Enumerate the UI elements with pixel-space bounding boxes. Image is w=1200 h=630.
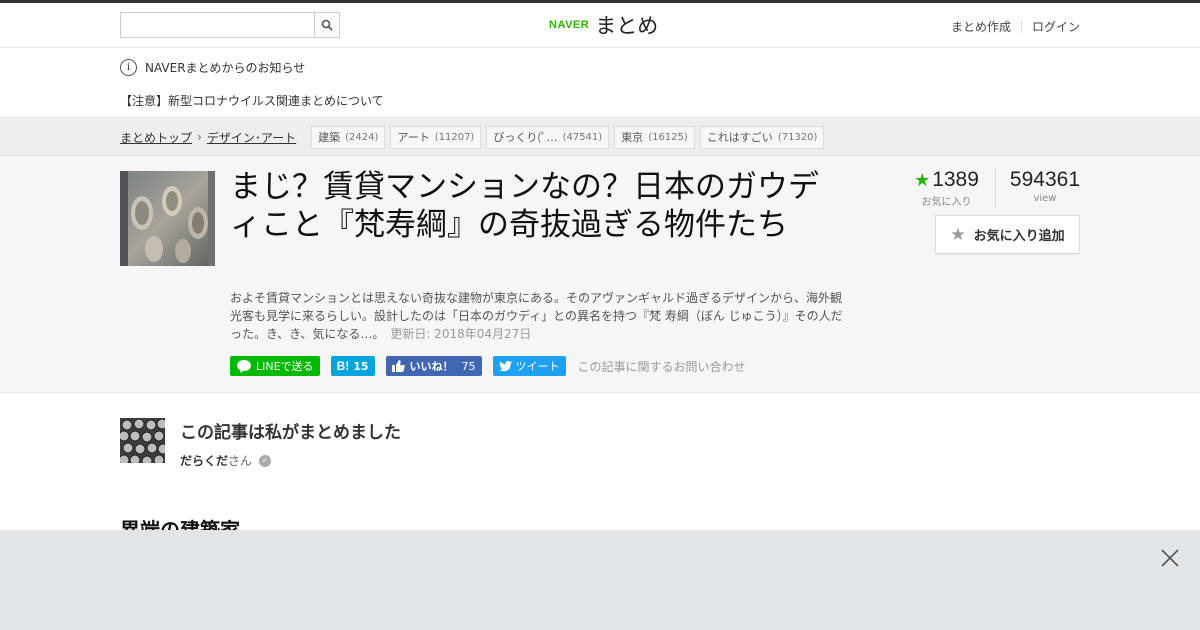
- description-text: およそ賃貸マンションとは思えない奇抜な建物が東京にある。そのアヴァンギャルド過ぎ…: [230, 291, 843, 341]
- article-stats: ★1389 お気に入り 594361 view: [914, 168, 1080, 208]
- search-button[interactable]: [314, 13, 339, 37]
- tag-label: 東京: [621, 131, 644, 144]
- breadcrumb-bar: まとめトップ › デザイン･アート 建築 (2424) アート (11207) びっ…: [0, 118, 1200, 156]
- notice-title: i NAVERまとめからのお知らせ: [120, 59, 305, 76]
- tag-list: 建築 (2424) アート (11207) びっくり(ﾟ… (47541) 東京 (16…: [311, 125, 829, 149]
- article-description: およそ賃貸マンションとは思えない奇抜な建物が東京にある。そのアヴァンギャルド過ぎ…: [230, 289, 845, 343]
- tag-item[interactable]: アート (11207): [390, 125, 482, 149]
- tag-label: 建築: [318, 131, 341, 144]
- notice-panel: i NAVERまとめからのお知らせ 【注意】新型コロナウイルス関連まとめについて: [0, 48, 1200, 118]
- facebook-like-label: いいね！: [409, 360, 454, 373]
- twitter-bird-icon: [498, 360, 512, 371]
- notice-title-text: NAVERまとめからのお知らせ: [145, 61, 306, 75]
- logo-brand: NAVER: [549, 19, 590, 31]
- tweet-button[interactable]: ツイート: [492, 356, 566, 376]
- author-heading: この記事は私がまとめました: [180, 423, 401, 443]
- facebook-like-button[interactable]: いいね！ 75: [385, 356, 482, 376]
- article-header: まじ？賃貸マンションなの？日本のガウディこと『梵寿綱』の奇抜過ぎる物件たち およ…: [0, 156, 1200, 393]
- tag-count: (16125): [648, 131, 688, 143]
- tag-item[interactable]: これはすごい (71320): [699, 125, 825, 149]
- views-count: 594361: [1009, 168, 1080, 191]
- star-icon: ★: [914, 170, 931, 190]
- ad-overlay: [0, 530, 1200, 630]
- breadcrumb-top-link[interactable]: まとめトップ: [120, 129, 192, 146]
- updated-date: 更新日: 2018年04月27日: [390, 327, 532, 341]
- search-icon: [321, 19, 333, 31]
- header-links: まとめ作成 ログイン: [951, 18, 1080, 35]
- tag-item[interactable]: びっくり(ﾟ… (47541): [486, 125, 610, 149]
- notice-item-link[interactable]: 【注意】新型コロナウイルス関連まとめについて: [120, 92, 384, 109]
- tag-label: アート: [397, 131, 430, 144]
- site-header: NAVER まとめ まとめ作成 ログイン: [0, 3, 1200, 48]
- favorites-stat: ★1389 お気に入り: [914, 168, 996, 208]
- chevron-right-icon: ›: [197, 130, 202, 144]
- create-matome-link[interactable]: まとめ作成: [951, 18, 1011, 35]
- author-name[interactable]: だらくだ さん ✓: [180, 452, 401, 469]
- add-favorite-button[interactable]: ★ お気に入り追加: [935, 215, 1080, 254]
- thumbs-up-icon: [391, 360, 405, 372]
- logo-text: まとめ: [595, 14, 659, 38]
- tag-label: これはすごい: [706, 131, 773, 144]
- author-suffix: さん: [228, 454, 253, 468]
- tag-count: (2424): [345, 131, 379, 143]
- line-share-button[interactable]: LINEで送る: [230, 356, 320, 376]
- tweet-label: ツイート: [515, 360, 560, 373]
- search-input[interactable]: [121, 13, 314, 37]
- breadcrumb: まとめトップ › デザイン･アート 建築 (2424) アート (11207) びっ…: [120, 118, 829, 156]
- search-box: [120, 12, 340, 38]
- tag-count: (11207): [434, 131, 475, 143]
- login-link[interactable]: ログイン: [1032, 18, 1080, 35]
- star-outline-icon: ★: [950, 224, 966, 245]
- author-box: この記事は私がまとめました だらくだ さん ✓: [120, 418, 401, 469]
- avatar[interactable]: [120, 418, 165, 463]
- divider: [1020, 20, 1022, 33]
- favorites-label: お気に入り: [921, 197, 972, 208]
- share-buttons: LINEで送る B! 15 いいね！ 75 ツイート この記事に関するお問い合わ…: [230, 356, 746, 376]
- hatena-icon: B!: [336, 359, 350, 373]
- views-stat: 594361 view: [996, 168, 1080, 208]
- info-icon: i: [120, 59, 137, 76]
- close-button[interactable]: [1160, 548, 1180, 568]
- hatena-bookmark-button[interactable]: B! 15: [330, 356, 375, 376]
- close-icon: [1161, 549, 1179, 567]
- tag-item[interactable]: 東京 (16125): [614, 125, 695, 149]
- line-icon: [237, 360, 251, 373]
- article-title: まじ？賃貸マンションなの？日本のガウディこと『梵寿綱』の奇抜過ぎる物件たち: [230, 169, 819, 243]
- favorites-count: 1389: [932, 168, 979, 191]
- verified-check-icon: ✓: [259, 454, 272, 467]
- facebook-like-count: 75: [461, 359, 476, 373]
- author-name-text: だらくだ: [180, 454, 229, 468]
- article-thumbnail: [120, 171, 215, 266]
- author-info: この記事は私がまとめました だらくだ さん ✓: [180, 418, 401, 469]
- tag-count: (71320): [777, 131, 818, 143]
- hatena-count: 15: [353, 359, 369, 373]
- views-label: view: [1033, 193, 1057, 204]
- tag-item[interactable]: 建築 (2424): [311, 125, 386, 149]
- site-logo[interactable]: NAVER まとめ: [549, 12, 658, 38]
- add-favorite-label: お気に入り追加: [973, 229, 1065, 244]
- breadcrumb-category-link[interactable]: デザイン･アート: [207, 129, 296, 146]
- line-share-label: LINEで送る: [256, 360, 314, 373]
- tag-label: びっくり(ﾟ…: [493, 131, 558, 144]
- contact-link[interactable]: この記事に関するお問い合わせ: [578, 358, 746, 375]
- tag-count: (47541): [562, 131, 603, 143]
